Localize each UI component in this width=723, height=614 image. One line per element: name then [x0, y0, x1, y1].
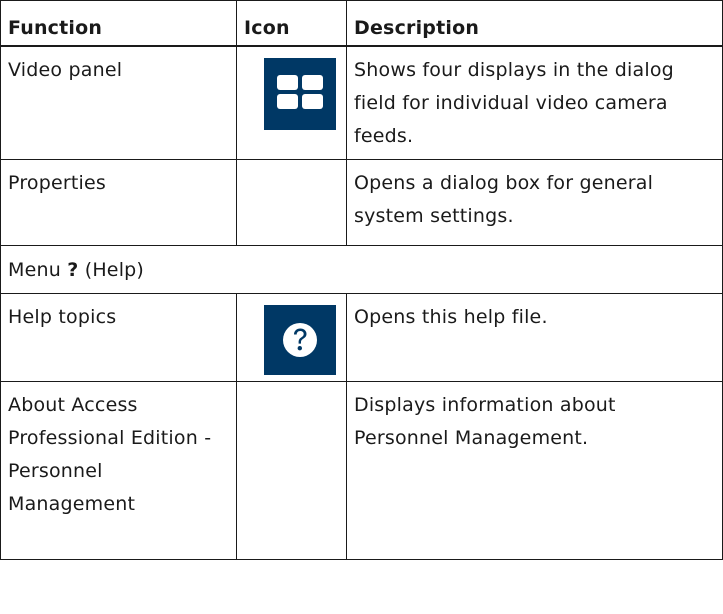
icon-cell	[236, 293, 347, 382]
menu-help-heading: Menu ? (Help)	[0, 245, 723, 294]
video-panel-grid-icon	[264, 58, 336, 130]
table-header-row: Function Icon Description	[0, 0, 723, 47]
description-cell: Displays information about Personnel Man…	[346, 381, 723, 560]
menu-section-row: Menu ? (Help)	[0, 245, 723, 294]
icon-cell	[236, 381, 347, 560]
table-row: Video panel Shows four displays in the d…	[0, 45, 723, 160]
function-cell: About Access Professional Edition - Pers…	[0, 381, 237, 560]
menu-help-symbol: ?	[67, 259, 79, 281]
menu-suffix: (Help)	[84, 259, 145, 281]
header-description: Description	[346, 0, 723, 47]
description-cell: Opens a dialog box for general system se…	[346, 159, 723, 246]
icon-cell	[236, 45, 347, 160]
function-cell: Help topics	[0, 293, 237, 382]
header-icon: Icon	[236, 0, 347, 47]
header-function: Function	[0, 0, 237, 47]
function-cell: Properties	[0, 159, 237, 246]
description-cell: Shows four displays in the dialog field …	[346, 45, 723, 160]
icon-cell	[236, 159, 347, 246]
table-row: Help topics Opens this help file.	[0, 293, 723, 382]
table-row: Properties Opens a dialog box for genera…	[0, 159, 723, 246]
menu-prefix: Menu	[8, 259, 61, 281]
function-cell: Video panel	[0, 45, 237, 160]
help-question-icon	[264, 305, 336, 375]
table-row: About Access Professional Edition - Pers…	[0, 381, 723, 560]
function-table: Function Icon Description Video panel Sh…	[0, 0, 723, 560]
description-cell: Opens this help file.	[346, 293, 723, 382]
